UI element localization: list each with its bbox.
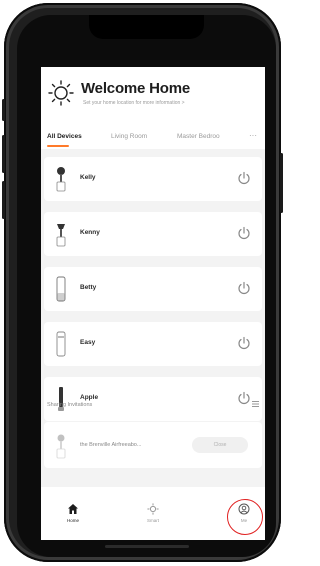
device-card-kelly[interactable]: Kelly	[44, 157, 262, 201]
header: Welcome Home Set your home location for …	[41, 67, 265, 119]
nav-home[interactable]: Home	[53, 503, 93, 537]
power-icon[interactable]	[236, 170, 252, 186]
device-card-easy[interactable]: Easy	[44, 322, 262, 366]
more-tabs-icon[interactable]: ···	[249, 131, 257, 140]
phone-frame: Welcome Home Set your home location for …	[2, 3, 283, 562]
section-label: Sharing Invitations	[47, 402, 93, 408]
bottle-icon	[56, 276, 66, 302]
shared-device-card[interactable]: the Brenville Airfreeabo... Close	[44, 422, 262, 468]
notch	[89, 15, 204, 39]
bottle-icon	[56, 331, 66, 357]
nav-label: Home	[66, 518, 79, 523]
device-name: Betty	[80, 284, 97, 291]
home-location-link[interactable]: Set your home location for more informat…	[83, 100, 185, 106]
device-card-betty[interactable]: Betty	[44, 267, 262, 311]
tab-master-bedroom[interactable]: Master Bedroo	[177, 133, 220, 140]
power-icon[interactable]	[236, 225, 252, 241]
power-icon[interactable]	[236, 280, 252, 296]
device-name: Kenny	[80, 229, 100, 236]
device-name: the Brenville Airfreeabo...	[80, 442, 142, 448]
app-screen: Welcome Home Set your home location for …	[41, 67, 265, 540]
volume-up-button	[2, 135, 5, 173]
house-icon	[68, 504, 78, 514]
tab-living-room[interactable]: Living Room	[111, 133, 147, 140]
volume-down-button	[2, 181, 5, 219]
highlight-circle	[227, 499, 263, 535]
tube-icon	[58, 387, 64, 411]
device-card-apple[interactable]: Apple	[44, 377, 262, 421]
device-name: Kelly	[80, 174, 96, 181]
active-tab-indicator	[47, 145, 69, 147]
bottom-nav: Home Smart Me	[41, 497, 265, 540]
power-icon[interactable]	[236, 390, 252, 406]
device-name: Easy	[80, 339, 96, 346]
sun-scene-icon	[147, 503, 159, 515]
menu-icon[interactable]	[252, 400, 259, 408]
home-indicator	[105, 545, 189, 548]
room-tabs: All Devices Living Room Master Bedroo ··…	[41, 129, 265, 149]
nav-smart[interactable]: Smart	[133, 503, 173, 537]
device-name: Apple	[80, 394, 99, 401]
mute-switch	[2, 99, 5, 121]
lamp-icon	[56, 167, 66, 192]
power-icon[interactable]	[236, 335, 252, 351]
nav-label: Smart	[146, 518, 159, 523]
lamp-icon	[56, 224, 66, 247]
tab-all-devices[interactable]: All Devices	[47, 133, 82, 140]
phone-screen: Welcome Home Set your home location for …	[17, 15, 276, 557]
power-button	[280, 153, 283, 213]
device-card-kenny[interactable]: Kenny	[44, 212, 262, 256]
sun-icon	[48, 80, 74, 106]
lamp-icon	[56, 434, 66, 459]
close-button[interactable]: Close	[192, 437, 248, 453]
page-title: Welcome Home	[81, 80, 191, 97]
